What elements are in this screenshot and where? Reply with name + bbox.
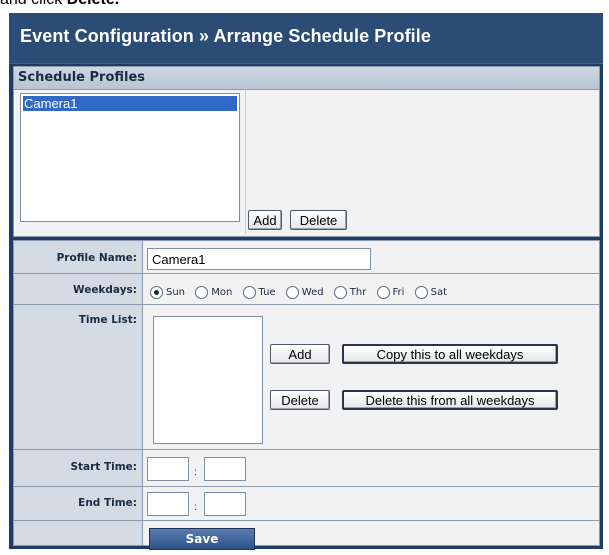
profiles-divider — [245, 90, 246, 234]
weekday-label-fri: Fri — [392, 287, 405, 298]
caption-action: Delete. — [67, 0, 119, 8]
weekday-label-sat: Sat — [430, 287, 448, 298]
schedule-profile-panel: Event Configuration » Arrange Schedule P… — [9, 13, 603, 550]
profile-list-item[interactable]: Camera1 — [23, 96, 237, 111]
instruction-caption: and click Delete. — [0, 0, 119, 9]
schedule-profiles-section: Schedule Profiles Camera1 Add Delete — [13, 66, 600, 237]
title-bar: Event Configuration » Arrange Schedule P… — [9, 13, 603, 64]
radio-fri[interactable] — [376, 286, 390, 299]
row-divider — [14, 304, 599, 305]
weekday-label-mon: Mon — [211, 287, 233, 298]
add-time-button[interactable]: Add — [270, 344, 330, 364]
profile-form: Profile Name: Weekdays: Sun Mon Tue Wed … — [13, 240, 600, 550]
end-time-label: End Time: — [78, 497, 137, 509]
start-time-separator: : — [194, 467, 197, 478]
start-time-hour-input[interactable] — [147, 457, 189, 481]
profile-listbox[interactable]: Camera1 — [20, 93, 240, 222]
caption-prefix: and click — [0, 0, 67, 8]
profile-name-input[interactable] — [147, 248, 371, 270]
row-divider — [14, 449, 599, 450]
start-time-label: Start Time: — [70, 461, 137, 473]
end-time-minute-input[interactable] — [204, 492, 246, 516]
weekdays-radio-group: Sun Mon Tue Wed Thr Fri Sat — [150, 286, 454, 299]
schedule-profiles-heading: Schedule Profiles — [18, 70, 146, 85]
row-divider — [14, 273, 599, 274]
weekday-label-tue: Tue — [258, 287, 276, 298]
radio-thr[interactable] — [333, 286, 347, 299]
row-divider — [14, 520, 599, 521]
radio-sun[interactable] — [150, 286, 163, 299]
start-time-minute-input[interactable] — [204, 457, 246, 481]
delete-profile-button[interactable]: Delete — [290, 210, 347, 230]
delete-from-all-weekdays-button[interactable]: Delete this from all weekdays — [342, 390, 558, 410]
weekday-label-wed: Wed — [301, 287, 324, 298]
weekday-label-sun: Sun — [166, 287, 186, 298]
delete-time-button[interactable]: Delete — [270, 390, 330, 410]
radio-tue[interactable] — [242, 286, 256, 299]
row-divider — [14, 486, 599, 487]
time-list-label: Time List: — [78, 314, 137, 326]
radio-sat[interactable] — [414, 286, 428, 299]
copy-to-all-weekdays-button[interactable]: Copy this to all weekdays — [342, 344, 558, 364]
weekday-label-thr: Thr — [349, 287, 367, 298]
add-profile-button[interactable]: Add — [248, 210, 282, 230]
end-time-hour-input[interactable] — [147, 492, 189, 516]
page-title: Event Configuration » Arrange Schedule P… — [20, 26, 431, 46]
save-button[interactable]: Save — [149, 528, 255, 550]
weekdays-label: Weekdays: — [72, 284, 137, 296]
schedule-profiles-header: Schedule Profiles — [14, 67, 599, 90]
radio-mon[interactable] — [195, 286, 209, 299]
time-listbox[interactable] — [153, 316, 263, 444]
profile-name-label: Profile Name: — [56, 252, 137, 264]
radio-wed[interactable] — [285, 286, 299, 299]
end-time-separator: : — [194, 502, 197, 513]
